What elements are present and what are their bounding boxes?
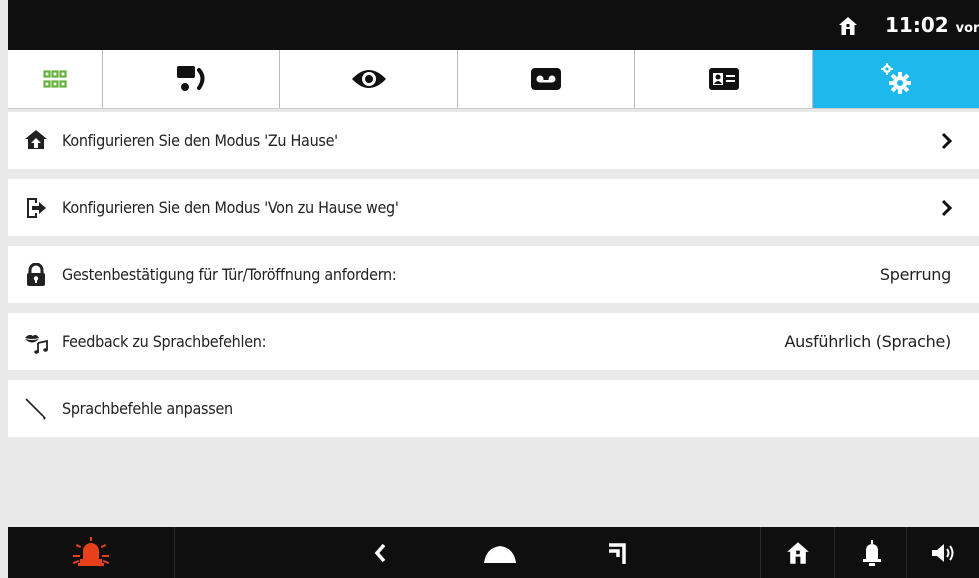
intercom-call-icon — [177, 66, 205, 91]
tab-intercom[interactable] — [103, 50, 280, 108]
lips-music-icon — [25, 334, 48, 354]
clock: 11:02 vorm — [885, 13, 979, 41]
voicemail-icon — [531, 68, 561, 90]
tab-camera[interactable] — [280, 50, 458, 108]
home-arrow-icon — [25, 130, 47, 149]
setting-gesture-confirm[interactable]: Gestenbestätigung für Tür/Toröffnung anf… — [8, 246, 979, 303]
bottom-nav-bar — [8, 527, 979, 578]
apps-grid-icon — [43, 70, 67, 88]
tab-voicemail[interactable] — [458, 50, 635, 108]
status-bar: 11:02 vorm — [8, 0, 979, 50]
alarm-button[interactable] — [8, 527, 174, 578]
setting-home-mode[interactable]: Konfigurieren Sie den Modus 'Zu Hause' — [8, 112, 979, 169]
setting-label: Gestenbestätigung für Tür/Toröffnung anf… — [62, 265, 397, 284]
setting-value: Sperrung — [879, 265, 951, 284]
bell-icon — [863, 539, 881, 566]
volume-button[interactable] — [914, 527, 974, 578]
setting-away-mode[interactable]: Konfigurieren Sie den Modus 'Von zu Haus… — [8, 179, 979, 236]
lock-icon — [27, 263, 45, 286]
setting-label: Konfigurieren Sie den Modus 'Zu Hause' — [62, 131, 338, 150]
clock-ampm: vorm — [955, 21, 979, 36]
brush-icon — [25, 398, 46, 420]
setting-label: Konfigurieren Sie den Modus 'Von zu Haus… — [62, 198, 399, 217]
setting-value: Ausführlich (Sprache) — [784, 332, 952, 351]
home-icon — [787, 541, 809, 564]
exit-door-icon — [27, 198, 46, 218]
alarm-siren-icon — [72, 536, 110, 566]
notifications-button[interactable] — [844, 527, 900, 578]
settings-gears-icon — [881, 63, 911, 94]
back-button[interactable] — [350, 527, 410, 578]
tab-settings[interactable] — [813, 50, 979, 108]
recent-apps-icon — [609, 542, 626, 564]
tab-apps[interactable] — [8, 50, 103, 108]
home-nav-button[interactable] — [470, 527, 530, 578]
eye-icon — [351, 70, 386, 88]
tab-contacts[interactable] — [635, 50, 813, 108]
setting-label: Feedback zu Sprachbefehlen: — [62, 332, 267, 351]
setting-customize-voice[interactable]: Sprachbefehle anpassen — [8, 380, 979, 437]
back-chevron-icon — [374, 543, 386, 562]
chevron-right-icon — [941, 132, 953, 150]
chevron-right-icon — [941, 199, 953, 217]
home-dome-icon — [484, 545, 516, 563]
contact-card-icon — [708, 68, 739, 90]
setting-label: Sprachbefehle anpassen — [62, 399, 233, 418]
tab-bar — [8, 50, 979, 109]
recent-apps-button[interactable] — [588, 527, 648, 578]
home-icon — [839, 17, 857, 35]
speaker-volume-icon — [932, 543, 954, 562]
setting-voice-feedback[interactable]: Feedback zu Sprachbefehlen: Ausführlich … — [8, 313, 979, 370]
home-status-button[interactable] — [768, 527, 828, 578]
clock-time: 11:02 — [885, 13, 949, 37]
